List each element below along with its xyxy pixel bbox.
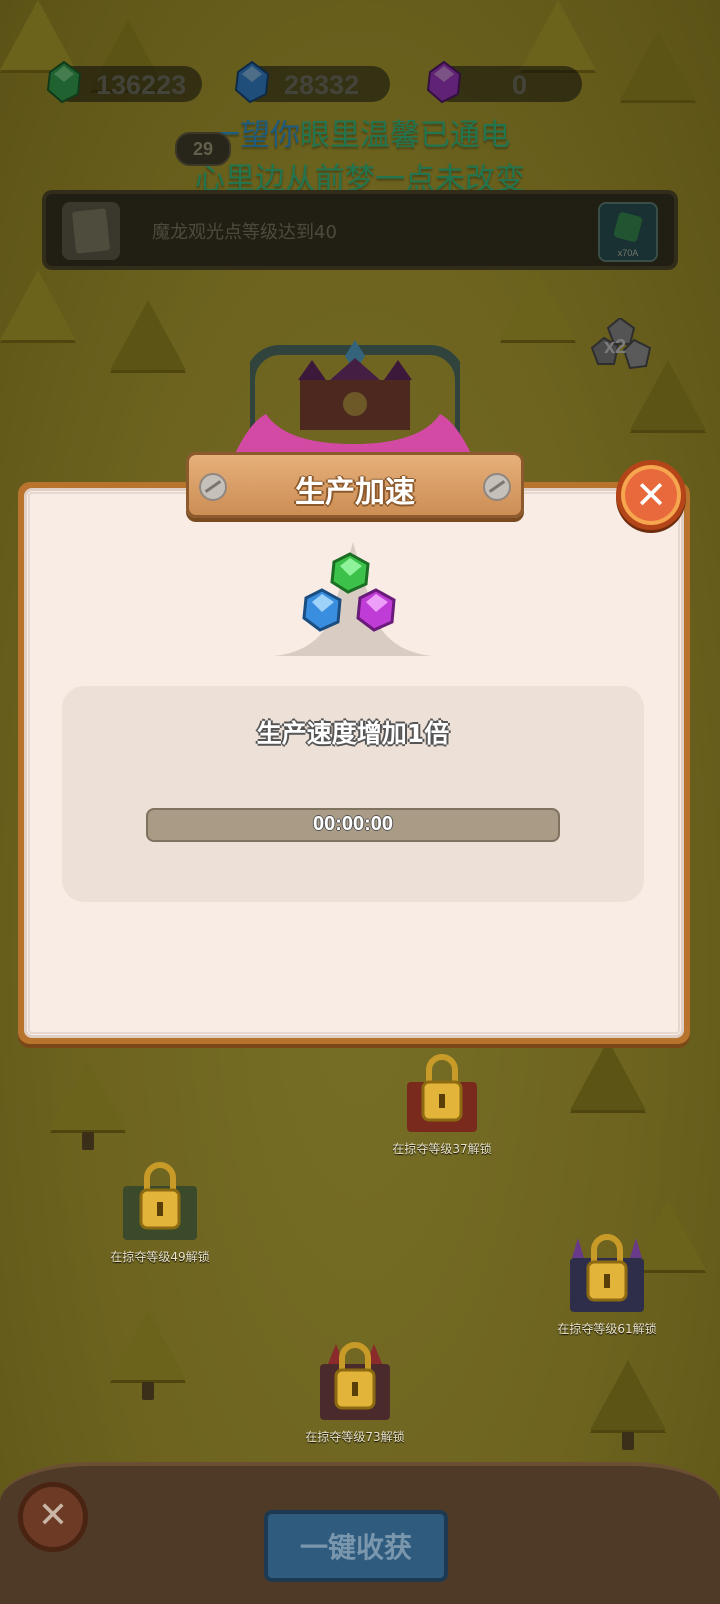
boost-description: 生产速度增加1倍 bbox=[256, 719, 450, 748]
boost-timer-bar: 00:00:00 bbox=[146, 808, 560, 842]
close-icon: ✕ bbox=[635, 473, 667, 517]
padlock-icon bbox=[570, 1234, 644, 1312]
padlock-icon bbox=[407, 1054, 477, 1132]
locked-building-4[interactable]: 在掠夺等级73解锁 bbox=[280, 1340, 430, 1445]
dialog-close-button[interactable]: ✕ bbox=[616, 460, 686, 530]
locked-building-2[interactable]: 在掠夺等级49解锁 bbox=[90, 1160, 230, 1265]
dialog-title-plank: 生产加速 bbox=[186, 452, 524, 518]
locked-building-1[interactable]: 在掠夺等级37解锁 bbox=[372, 1052, 512, 1157]
boost-info-panel: 生产速度增加1倍 00:00:00 bbox=[62, 686, 644, 902]
dialog-title: 生产加速 bbox=[295, 475, 415, 510]
padlock-icon bbox=[123, 1162, 197, 1240]
close-icon: ✕ bbox=[37, 1495, 69, 1536]
harvest-all-button[interactable]: 一键收获 bbox=[264, 1510, 448, 1582]
locked-building-3[interactable]: 在掠夺等级61解锁 bbox=[532, 1232, 682, 1337]
bottom-close-button[interactable]: ✕ bbox=[18, 1482, 88, 1552]
gem-trio-icon bbox=[274, 542, 432, 656]
boost-timer-text: 00:00:00 bbox=[312, 813, 394, 835]
padlock-icon bbox=[320, 1342, 390, 1420]
